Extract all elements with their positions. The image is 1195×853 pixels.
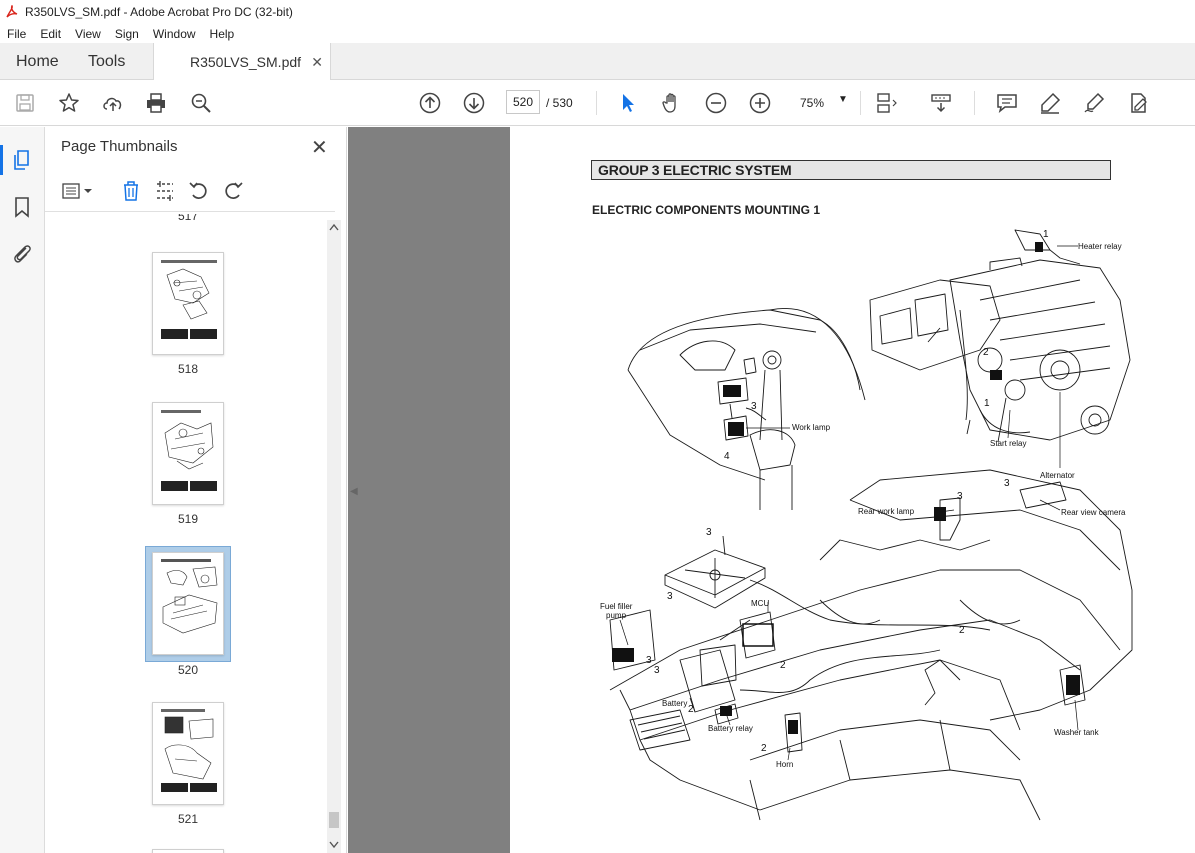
options-menu-icon[interactable] — [61, 180, 83, 202]
draw-sign-icon[interactable] — [1082, 91, 1106, 115]
thumbnails-scrollbar[interactable] — [327, 220, 341, 853]
scroll-thumb[interactable] — [329, 812, 339, 828]
group-title: GROUP 3 ELECTRIC SYSTEM — [591, 160, 1111, 180]
callout-number: 3 — [1004, 478, 1010, 489]
save-icon[interactable] — [13, 91, 37, 115]
callout-number: 2 — [688, 704, 694, 715]
close-panel-icon[interactable]: ✕ — [311, 135, 328, 160]
page-thumbnail[interactable] — [152, 702, 224, 805]
menu-window[interactable]: Window — [153, 27, 196, 41]
panel-toolbar — [45, 172, 335, 212]
chevron-down-icon[interactable]: ▼ — [838, 94, 848, 105]
scroll-up-icon[interactable] — [329, 223, 339, 231]
callout-number: 3 — [654, 665, 660, 676]
callout-number: 2 — [780, 660, 786, 671]
toolbar-divider — [860, 91, 861, 115]
callout-number: 4 — [724, 451, 730, 462]
window-title: R350LVS_SM.pdf - Adobe Acrobat Pro DC (3… — [25, 5, 293, 19]
bookmark-icon[interactable] — [10, 195, 34, 219]
menu-bar: File Edit View Sign Window Help — [0, 24, 1195, 43]
highlight-pen-icon[interactable] — [1038, 91, 1062, 115]
star-icon[interactable] — [57, 91, 81, 115]
tab-tools[interactable]: Tools — [88, 43, 125, 80]
thumbnail-label: 520 — [177, 663, 199, 677]
next-page-icon[interactable] — [462, 91, 486, 115]
page-number-input[interactable]: 520 — [506, 90, 540, 114]
chevron-down-icon[interactable] — [83, 180, 93, 202]
thumbnail-label: 517 — [177, 214, 199, 223]
toolbar-divider — [596, 91, 597, 115]
callout-number: 3 — [706, 527, 712, 538]
callout-number: 1 — [984, 398, 990, 409]
toolbar-divider — [974, 91, 975, 115]
callout-leader-lines — [619, 245, 1079, 761]
page-layout-icon[interactable] — [874, 91, 898, 115]
tab-bar: Home Tools R350LVS_SM.pdf ✕ — [0, 43, 1195, 81]
section-subtitle: ELECTRIC COMPONENTS MOUNTING 1 — [592, 203, 821, 217]
callout-number: 2 — [959, 625, 965, 636]
page-thumbnail[interactable] — [152, 849, 224, 853]
hand-tool-icon[interactable] — [660, 91, 684, 115]
zoom-out-icon[interactable] — [704, 91, 728, 115]
title-bar: R350LVS_SM.pdf - Adobe Acrobat Pro DC (3… — [0, 0, 1195, 24]
callout-number: 3 — [957, 491, 963, 502]
tab-home[interactable]: Home — [16, 43, 59, 80]
menu-view[interactable]: View — [75, 27, 101, 41]
page-thumbnails-icon[interactable] — [10, 148, 34, 172]
cloud-upload-icon[interactable] — [101, 91, 125, 115]
callout-number: 3 — [667, 591, 673, 602]
zoom-search-icon[interactable] — [189, 91, 213, 115]
previous-page-icon[interactable] — [418, 91, 442, 115]
page-total: / 530 — [546, 96, 573, 110]
thumbnail-preview — [161, 260, 217, 339]
thumbnail-label: 519 — [177, 512, 199, 526]
attachment-icon[interactable] — [10, 241, 34, 265]
acrobat-logo-icon — [6, 5, 18, 18]
callout-number: 2 — [761, 743, 767, 754]
thumbnail-label: 518 — [177, 362, 199, 376]
callout-number: 2 — [983, 347, 989, 358]
menu-sign[interactable]: Sign — [115, 27, 139, 41]
callout-number: 3 — [646, 655, 652, 666]
delete-page-icon[interactable] — [120, 180, 142, 202]
menu-edit[interactable]: Edit — [40, 27, 61, 41]
print-icon[interactable] — [144, 91, 168, 115]
page-thumbnail-selected[interactable] — [152, 552, 224, 655]
close-tab-icon[interactable]: ✕ — [311, 54, 323, 71]
page-thumbnail[interactable] — [152, 252, 224, 355]
scroll-mode-icon[interactable] — [929, 91, 953, 115]
scroll-down-icon[interactable] — [329, 841, 339, 849]
fill-sign-icon[interactable] — [1126, 91, 1150, 115]
tab-document-label: R350LVS_SM.pdf — [190, 54, 302, 70]
navigation-rail — [0, 127, 45, 853]
callout-number: 3 — [751, 401, 757, 412]
menu-file[interactable]: File — [7, 27, 26, 41]
zoom-in-icon[interactable] — [748, 91, 772, 115]
select-cursor-icon[interactable] — [616, 91, 640, 115]
rotate-left-icon[interactable] — [188, 180, 210, 202]
thumbnail-preview — [161, 559, 218, 634]
thumbnail-preview — [161, 410, 217, 491]
callout-number: 1 — [1043, 229, 1049, 240]
page-thumbnail[interactable] — [152, 402, 224, 505]
thumbnail-label: 521 — [177, 812, 199, 826]
rotate-right-icon[interactable] — [222, 180, 244, 202]
active-indicator — [0, 145, 3, 175]
zoom-level-select[interactable]: 75% — [800, 96, 824, 110]
menu-help[interactable]: Help — [210, 27, 235, 41]
thumbnail-preview — [161, 709, 217, 792]
extract-page-icon[interactable] — [154, 180, 176, 202]
tab-document[interactable]: R350LVS_SM.pdf ✕ — [153, 43, 331, 81]
panel-title: Page Thumbnails — [61, 138, 178, 155]
comment-icon[interactable] — [995, 91, 1019, 115]
collapse-panel-icon[interactable]: ◀ — [350, 486, 358, 497]
